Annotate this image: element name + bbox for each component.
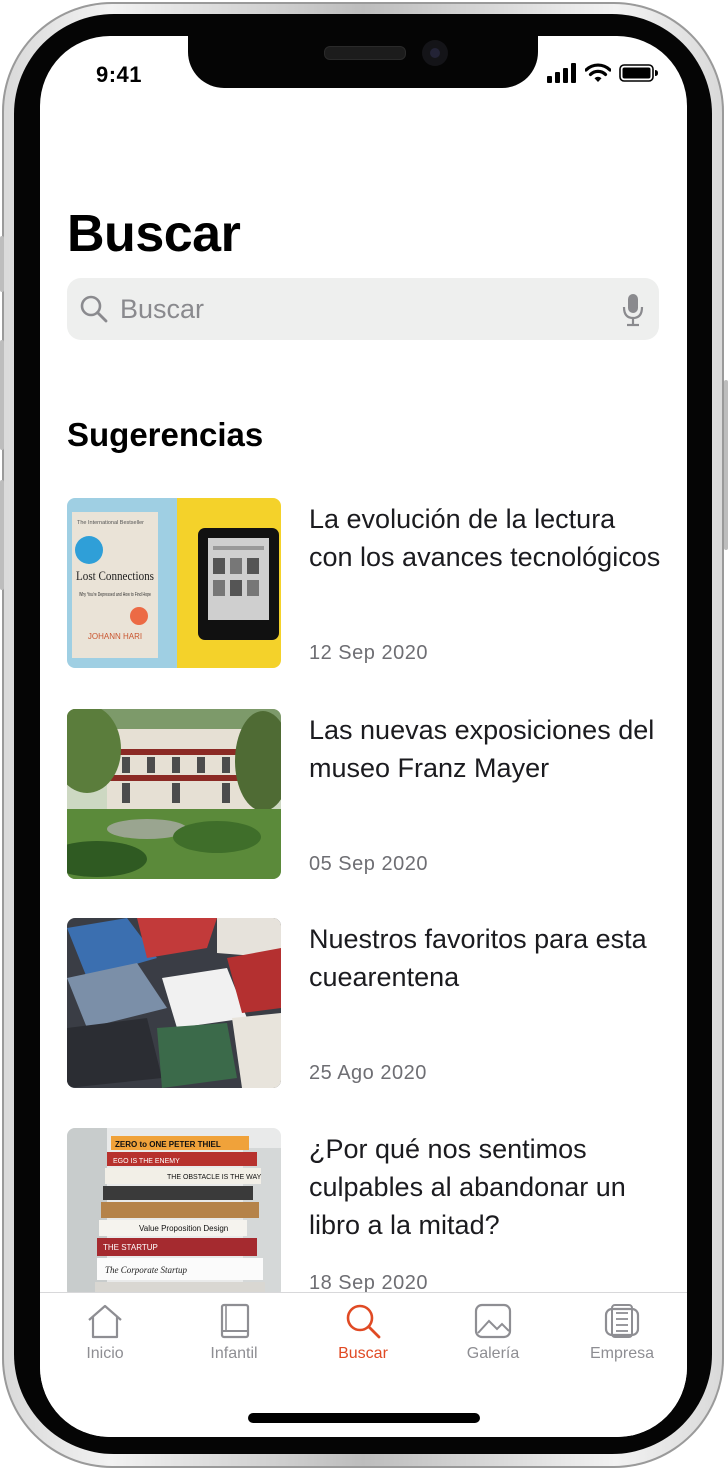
article-thumbnail-books-on-table: [67, 918, 281, 1088]
page-title: Buscar: [67, 205, 241, 263]
notch: [188, 36, 538, 88]
tab-inicio[interactable]: Inicio: [50, 1303, 160, 1373]
article-card[interactable]: Las nuevas exposiciones del museo Franz …: [67, 709, 659, 879]
spine-4: Value Proposition Design: [139, 1224, 228, 1233]
volume-down-button: [0, 480, 4, 590]
search-input[interactable]: Buscar: [120, 294, 204, 325]
article-card[interactable]: ZERO to ONE PETER THIEL EGO IS THE ENEMY…: [67, 1128, 659, 1298]
spine-3: THE OBSTACLE IS THE WAY: [167, 1174, 262, 1181]
building-icon: [604, 1304, 640, 1338]
article-date: 05 Sep 2020: [309, 853, 428, 875]
tab-label: Inicio: [86, 1345, 124, 1362]
article-title[interactable]: ¿Por qué nos sentimos culpables al aband…: [309, 1130, 665, 1244]
article-date: 25 Ago 2020: [309, 1062, 427, 1084]
article-card[interactable]: Nuestros favoritos para esta cuearentena…: [67, 918, 659, 1088]
article-thumbnail-book-and-ereader: The International Bestseller Lost Connec…: [67, 498, 281, 668]
article-card[interactable]: The International Bestseller Lost Connec…: [67, 498, 660, 668]
home-indicator[interactable]: [248, 1413, 480, 1423]
tab-label: Infantil: [210, 1345, 258, 1362]
tab-buscar[interactable]: Buscar: [308, 1303, 418, 1373]
article-title[interactable]: La evolución de la lectura con los avanc…: [309, 500, 665, 576]
tab-label: Buscar: [338, 1345, 388, 1362]
speaker-grille: [324, 46, 406, 60]
cellular-signal-icon: [547, 63, 576, 83]
tab-label: Empresa: [589, 1345, 655, 1362]
tab-infantil[interactable]: Infantil: [179, 1303, 289, 1373]
search-icon: [80, 295, 108, 323]
article-thumbnail-book-stack: ZERO to ONE PETER THIEL EGO IS THE ENEMY…: [67, 1128, 281, 1298]
battery-icon: [619, 64, 658, 82]
article-thumbnail-museum-courtyard: [67, 709, 281, 879]
cover-title: Lost Connections: [76, 568, 154, 583]
section-title: Sugerencias: [67, 416, 264, 453]
cover-kicker: The International Bestseller: [77, 520, 144, 526]
home-icon: [88, 1304, 122, 1339]
tab-empresa[interactable]: Empresa: [567, 1303, 677, 1373]
screen: 9:41 Buscar Buscar Sugerencias The Inter…: [40, 36, 687, 1437]
article-date: 12 Sep 2020: [309, 642, 428, 664]
cover-subtitle: Why You're Depressed and How to Find Hop…: [79, 592, 151, 598]
search-icon: [346, 1304, 381, 1339]
status-icons: [547, 63, 659, 83]
silent-switch: [0, 236, 4, 292]
cover-author: JOHANN HARI: [88, 632, 142, 641]
book-icon: [220, 1303, 250, 1339]
front-camera: [422, 40, 448, 66]
status-time: 9:41: [96, 62, 143, 87]
article-title[interactable]: Las nuevas exposiciones del museo Franz …: [309, 711, 665, 787]
tab-galeria[interactable]: Galería: [438, 1303, 548, 1373]
search-bar[interactable]: Buscar: [67, 278, 659, 340]
article-title[interactable]: Nuestros favoritos para esta cuearentena: [309, 920, 665, 996]
spine-6: The Corporate Startup: [105, 1265, 188, 1275]
volume-up-button: [0, 340, 4, 450]
spine-1: ZERO to ONE PETER THIEL: [115, 1140, 221, 1149]
tab-label: Galería: [466, 1345, 520, 1362]
power-button: [724, 380, 728, 550]
gallery-icon: [474, 1303, 512, 1339]
wifi-icon: [585, 63, 611, 82]
microphone-icon[interactable]: [621, 293, 645, 327]
spine-2: EGO IS THE ENEMY: [113, 1158, 180, 1165]
spine-5: THE STARTUP: [103, 1243, 158, 1252]
